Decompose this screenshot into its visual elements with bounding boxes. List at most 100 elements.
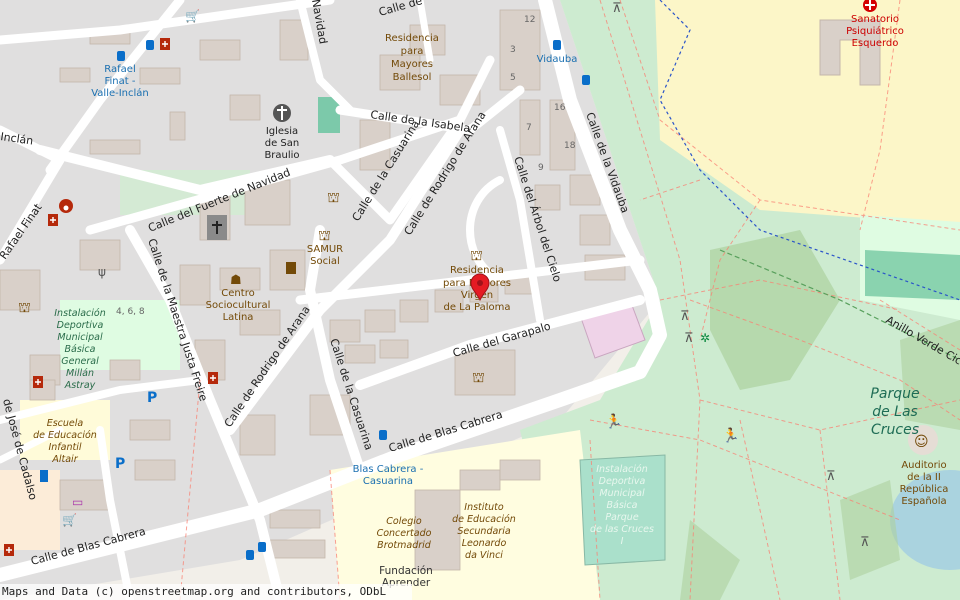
place-line: Básica	[607, 500, 638, 511]
place-line: de San	[265, 138, 300, 149]
place-line: Braulio	[264, 150, 299, 161]
place-line: Leonardo	[462, 538, 507, 549]
bus-stop-icon[interactable]	[553, 40, 561, 50]
transit-line: Casuarina	[363, 476, 413, 487]
transit-line: Rafael	[104, 64, 135, 75]
house-number: 7	[526, 123, 532, 133]
house-number: 12	[524, 15, 535, 25]
label-parque: Parque de Las Cruces	[870, 386, 919, 438]
place-line: Municipal	[599, 488, 645, 499]
place-line: de la II	[907, 472, 941, 483]
toy-shop-icon[interactable]: ▭	[72, 495, 83, 509]
vet-icon[interactable]	[59, 199, 73, 213]
place-line: I	[621, 536, 624, 547]
picnic-table-icon[interactable]: ⊼	[612, 1, 622, 16]
fitness-icon[interactable]: 🏃	[722, 427, 739, 444]
shop-icon[interactable]: 🛒	[185, 9, 200, 23]
place-line: Psiquiátrico	[846, 25, 904, 37]
place-line: Ballesol	[393, 72, 432, 83]
bus-stop-icon[interactable]	[582, 75, 590, 85]
svg-text:⛫: ⛫	[327, 190, 340, 206]
place-line: Parque	[870, 386, 919, 402]
police-icon[interactable]	[286, 262, 296, 274]
label-samur: SAMUR Social	[307, 244, 343, 267]
place-line: Instituto	[464, 502, 504, 513]
place-line: da Vinci	[465, 550, 503, 561]
svg-text:✲: ✲	[700, 331, 710, 345]
social-facility-icon[interactable]: ⛫	[318, 228, 331, 244]
house-number: 5	[510, 73, 516, 83]
parking-icon[interactable]: P	[147, 390, 157, 406]
bus-stop-icon[interactable]	[146, 40, 154, 50]
parking-icon[interactable]: P	[115, 456, 125, 472]
place-line: Instalación	[54, 308, 105, 319]
place-line: Deportiva	[57, 320, 104, 331]
place-line: Mayores	[391, 59, 433, 70]
community-centre-icon[interactable]: ☗	[230, 273, 242, 288]
place-line: Concertado	[377, 528, 432, 539]
picnic-table-icon[interactable]: ⊼	[684, 331, 694, 346]
church-icon[interactable]	[207, 215, 227, 240]
label-bus-vidauba: Vidauba	[537, 54, 578, 65]
first-aid-icon[interactable]	[48, 214, 58, 226]
house-number: 3	[510, 45, 516, 55]
place-line: Astray	[64, 380, 96, 391]
place-line: Española	[901, 496, 946, 507]
label-iglesia: Iglesia de San Braulio	[264, 126, 299, 161]
place-line: Municipal	[57, 332, 103, 343]
bus-stop-icon[interactable]	[258, 542, 266, 552]
transit-line: Blas Cabrera -	[353, 464, 424, 475]
social-facility-icon[interactable]: ⛫	[327, 190, 340, 206]
place-line: Esquerdo	[852, 38, 899, 49]
pitch-small	[318, 97, 340, 133]
place-line: Millán	[66, 368, 94, 379]
place-line: Fundación	[379, 565, 433, 577]
place-line: Sociocultural	[206, 300, 271, 311]
bus-stop-icon[interactable]	[379, 430, 387, 440]
place-line: SAMUR	[307, 244, 343, 255]
attribution-text[interactable]: Maps and Data (c) openstreetmap.org and …	[0, 584, 412, 600]
label-sanatorio: Sanatorio Psiquiátrico Esquerdo	[846, 14, 904, 49]
social-facility-icon[interactable]: ⛫	[18, 300, 31, 316]
sports-pitch-east	[865, 250, 960, 300]
first-aid-icon[interactable]	[4, 544, 14, 556]
picnic-table-icon[interactable]: ⊼	[680, 309, 690, 324]
first-aid-icon[interactable]	[160, 38, 170, 50]
place-line: de Educación	[33, 430, 97, 441]
svg-text:⛫: ⛫	[470, 248, 483, 264]
place-line: Iglesia	[266, 126, 298, 137]
place-line: Básica	[65, 344, 96, 355]
social-facility-icon[interactable]: ⛫	[472, 370, 485, 386]
fitness-icon[interactable]: 🏃	[605, 413, 622, 430]
svg-text:🛒: 🛒	[62, 513, 77, 527]
bus-stop-icon[interactable]	[246, 550, 254, 560]
place-line: Social	[310, 256, 340, 267]
place-line: de las Cruces	[590, 524, 654, 535]
place-line: para	[401, 46, 424, 57]
house-number: 18	[564, 141, 576, 151]
church-icon[interactable]	[273, 104, 291, 122]
picnic-table-icon[interactable]: ⊼	[860, 535, 870, 550]
house-number: 4, 6, 8	[116, 307, 145, 317]
svg-text:⛫: ⛫	[318, 228, 331, 244]
social-facility-icon[interactable]: ⛫	[470, 248, 483, 264]
svg-text:🛒: 🛒	[185, 9, 200, 23]
first-aid-icon[interactable]	[33, 376, 43, 388]
place-line: Cruces	[871, 422, 919, 438]
svg-text:⊼: ⊼	[612, 1, 622, 16]
bus-stop-icon[interactable]	[117, 51, 125, 61]
svg-text:▭: ▭	[72, 495, 83, 509]
place-line: de Las	[872, 404, 918, 420]
svg-text:⊼: ⊼	[684, 331, 694, 346]
playground-icon[interactable]: ✲	[700, 331, 710, 345]
map-canvas[interactable]: Calle de la Isabela Calle del Fuerte de …	[0, 0, 960, 600]
transit-line: Finat -	[105, 76, 136, 87]
antenna-icon[interactable]: ψ	[98, 265, 106, 279]
place-line: General	[61, 356, 99, 367]
place-line: Sanatorio	[851, 14, 899, 25]
first-aid-icon[interactable]	[208, 372, 218, 384]
shop-icon[interactable]: 🛒	[62, 513, 77, 527]
fuel-icon[interactable]	[40, 470, 48, 482]
place-line: Latina	[223, 312, 254, 323]
picnic-table-icon[interactable]: ⊼	[826, 469, 836, 484]
